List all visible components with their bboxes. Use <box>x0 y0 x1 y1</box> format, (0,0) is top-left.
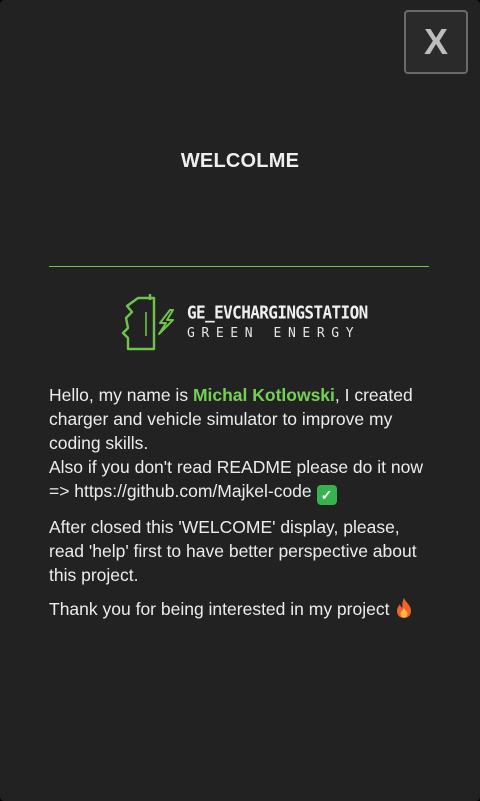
thanks-paragraph: Thank you for being interested in my pro… <box>49 597 433 621</box>
check-mark-emoji-icon: ✓ <box>316 485 337 505</box>
close-button[interactable]: X <box>404 10 468 74</box>
brand-logo: GE_EVCHARGINGSTATION GREEN ENERGY <box>118 292 368 354</box>
logo-tagline: GREEN ENERGY <box>187 326 361 341</box>
logo-name: GE_EVCHARGINGSTATION <box>187 302 368 323</box>
ev-charger-logo-icon <box>121 294 174 351</box>
dialog-title: WELCOLME <box>180 150 300 172</box>
author-name: Michal Kotlowski <box>192 385 335 405</box>
readme-note: Also if you don't read README please do … <box>49 457 423 477</box>
welcome-dialog: X WELCOLME GE_EVCHARGINGSTATION GREEN EN… <box>0 0 480 801</box>
intro-paragraph: Hello, my name is Michal Kotlowski, I cr… <box>49 383 433 505</box>
help-paragraph: After closed this 'WELCOME' display, ple… <box>49 517 417 585</box>
fire-emoji-icon <box>397 598 412 618</box>
thanks-text: Thank you for being interested in my pro… <box>49 599 390 619</box>
welcome-message: Hello, my name is Michal Kotlowski, I cr… <box>49 383 433 631</box>
github-link[interactable]: => https://github.com/Majkel-code <box>49 481 312 501</box>
intro-hello: Hello, my name is <box>49 385 193 405</box>
divider <box>49 266 429 267</box>
